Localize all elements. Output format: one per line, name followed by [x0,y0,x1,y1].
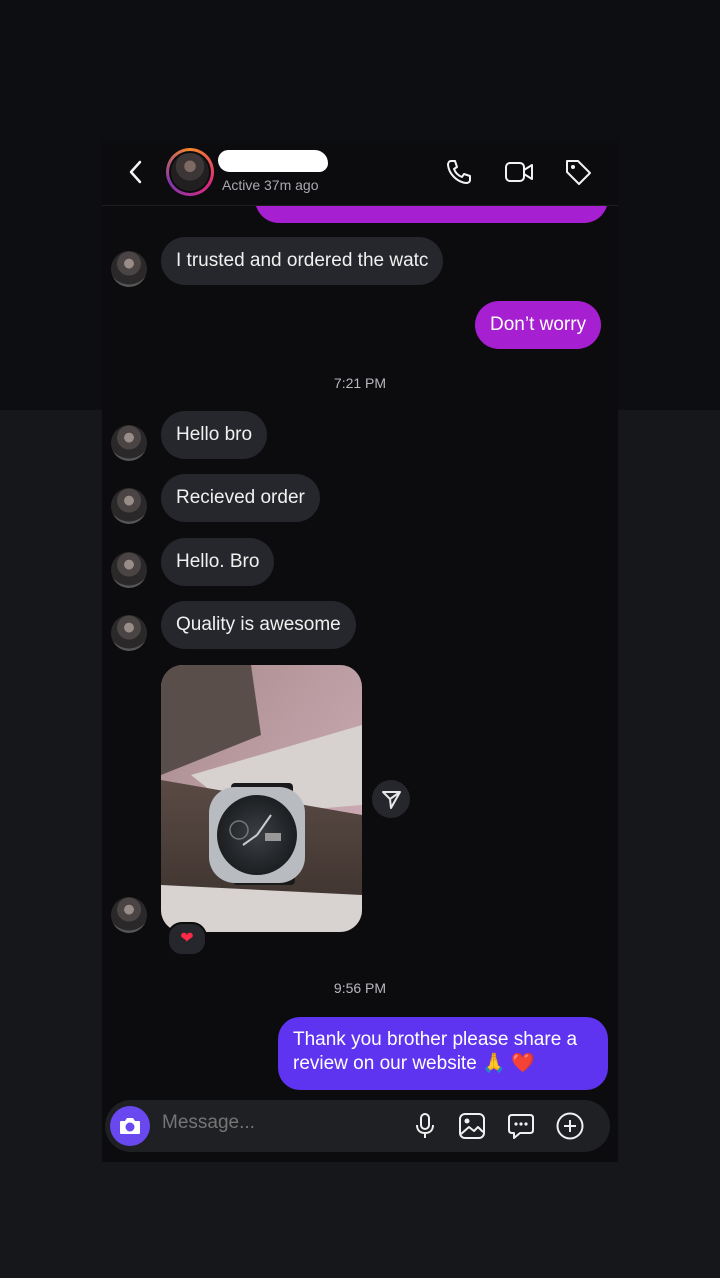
message-text-line-1: Thank you brother please share a [293,1029,578,1050]
sticker-chat-icon[interactable] [506,1111,536,1141]
contact-avatar[interactable] [111,425,147,461]
gallery-icon[interactable] [457,1111,487,1141]
redacted-username [218,150,328,172]
message-bubble-outgoing[interactable]: Don’t worry [475,301,602,349]
message-text: Hello bro [176,424,253,445]
chat-header: Active 37m ago [102,140,618,206]
message-text: Recieved order [176,487,305,508]
phone-icon[interactable] [444,157,474,187]
message-thread[interactable]: I trusted and ordered the watc Don’t wor… [102,140,618,1162]
contact-avatar[interactable] [111,615,147,651]
camera-icon [120,1118,140,1134]
message-bubble-incoming[interactable]: Hello bro [161,411,268,459]
message-composer [105,1100,610,1152]
share-button[interactable] [372,780,410,818]
send-icon [382,791,401,809]
message-bubble-incoming[interactable]: I trusted and ordered the watc [161,237,444,285]
message-text: I trusted and ordered the watc [176,250,429,271]
tag-icon[interactable] [563,157,593,187]
message-bubble-outgoing[interactable]: Thank you brother please share a review … [278,1017,608,1090]
contact-avatar[interactable] [111,897,147,933]
profile-avatar[interactable] [166,148,214,196]
camera-button[interactable] [110,1106,150,1146]
message-text: Don’t worry [490,314,587,335]
timestamp: 9:56 PM [333,980,387,996]
contact-avatar[interactable] [111,552,147,588]
message-bubble-incoming[interactable]: Quality is awesome [161,601,356,649]
plus-icon[interactable] [555,1111,585,1141]
microphone-icon[interactable] [410,1111,440,1141]
timestamp: 7:21 PM [333,375,387,391]
video-icon[interactable] [504,157,534,187]
message-bubble-incoming[interactable]: Recieved order [161,474,320,522]
avatar-photo [171,153,209,191]
contact-avatar[interactable] [111,251,147,287]
message-bubble-incoming[interactable]: Hello. Bro [161,538,275,586]
chat-screen: I trusted and ordered the watc Don’t wor… [102,140,618,1162]
watch-photo-message[interactable] [161,665,362,932]
message-text-line-2: review on our website 🙏 ❤️ [293,1053,535,1074]
message-text: Hello. Bro [176,551,260,572]
back-icon[interactable] [124,156,148,188]
watch-photo-image [161,665,362,932]
active-status: Active 37m ago [222,177,319,193]
contact-avatar[interactable] [111,488,147,524]
message-input[interactable] [162,1112,392,1134]
heart-reaction[interactable]: ❤ [167,922,207,956]
message-text: Quality is awesome [176,614,341,635]
